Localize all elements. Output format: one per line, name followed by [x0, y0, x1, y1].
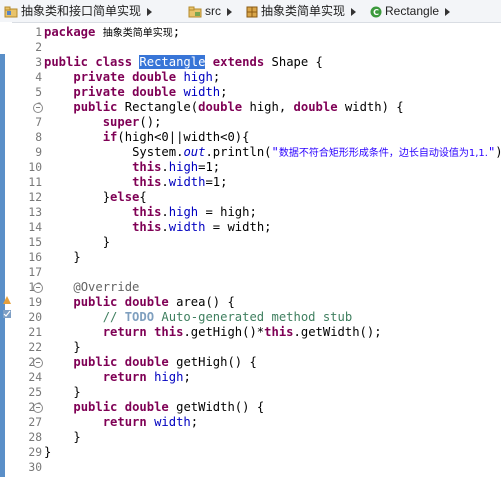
- chevron-right-icon: [351, 7, 357, 16]
- line-number: 14: [28, 221, 42, 234]
- source-folder-icon: [188, 6, 202, 18]
- fold-toggle-icon[interactable]: −: [33, 403, 43, 413]
- code-line: }: [44, 445, 52, 459]
- code-line: private double width;: [73, 85, 228, 99]
- breadcrumb-item-class[interactable]: C Rectangle: [370, 3, 451, 19]
- code-line: return width;: [102, 415, 199, 429]
- chevron-right-icon: [445, 7, 451, 16]
- code-line: }: [73, 340, 81, 354]
- line-number: 29: [28, 446, 42, 459]
- line-number: 15: [28, 236, 42, 249]
- code-line: System.out.println("数据不符合矩形形成条件，边长自动设值为1…: [132, 145, 501, 159]
- line-number: 10: [28, 161, 42, 174]
- breadcrumb-item-package[interactable]: 抽象类简单实现: [246, 3, 357, 19]
- code-line: @Override: [73, 280, 140, 294]
- breadcrumb-project-label: 抽象类和接口简单实现: [21, 4, 142, 18]
- line-number: 21: [28, 326, 42, 339]
- code-line: public double area() {: [73, 295, 235, 309]
- breadcrumb-item-src[interactable]: src: [188, 3, 232, 19]
- code-line: if(high<0||width<0){: [102, 130, 250, 144]
- code-line: }else{: [102, 190, 147, 204]
- line-number: 17: [28, 266, 42, 279]
- line-number: 7: [35, 116, 42, 129]
- line-number: 3: [35, 56, 42, 69]
- code-line: return high;: [102, 370, 191, 384]
- code-line: // TODO Auto-generated method stub: [102, 310, 353, 324]
- line-number: 13: [28, 206, 42, 219]
- breadcrumb-src-label: src: [205, 4, 221, 18]
- line-number: 30: [28, 461, 42, 474]
- line-number: 9: [35, 146, 42, 159]
- breadcrumb-class-label: Rectangle: [385, 4, 440, 18]
- breadcrumb-package-label: 抽象类简单实现: [261, 4, 346, 18]
- code-line: public double getHigh() {: [73, 355, 257, 369]
- code-line: super();: [102, 115, 162, 129]
- code-line: this.high=1;: [132, 160, 221, 174]
- svg-text:C: C: [373, 8, 379, 17]
- line-number: 16: [28, 251, 42, 264]
- line-number: 28: [28, 431, 42, 444]
- fold-toggle-icon[interactable]: −: [33, 283, 43, 293]
- project-folder-icon: [4, 6, 18, 18]
- code-line: public double getWidth() {: [73, 400, 265, 414]
- line-number: 22: [28, 341, 42, 354]
- line-number: 19: [28, 296, 42, 309]
- line-number: 4: [35, 71, 42, 84]
- line-number: 2: [35, 41, 42, 54]
- code-line: public Rectangle(double high, double wid…: [73, 100, 404, 114]
- breadcrumb-item-project[interactable]: 抽象类和接口简单实现: [4, 3, 153, 19]
- code-line: this.high = high;: [132, 205, 257, 219]
- code-line: }: [73, 385, 81, 399]
- line-number: 12: [28, 191, 42, 204]
- line-number: 5: [35, 86, 42, 99]
- package-icon: [246, 6, 258, 18]
- line-number: 11: [28, 176, 42, 189]
- selected-class-name: Rectangle: [139, 55, 206, 69]
- occurrence-range-marker: [0, 54, 5, 477]
- line-number: 25: [28, 386, 42, 399]
- line-number: 20: [28, 311, 42, 324]
- code-line: this.width = width;: [132, 220, 272, 234]
- line-number: 8: [35, 131, 42, 144]
- line-number: 24: [28, 371, 42, 384]
- code-line: }: [102, 235, 111, 249]
- code-line: private double high;: [73, 70, 221, 84]
- code-line: package 抽象类简单实现;: [44, 25, 181, 39]
- code-line: this.width=1;: [132, 175, 228, 189]
- fold-toggle-icon[interactable]: −: [33, 358, 43, 368]
- breadcrumb: 抽象类和接口简单实现 src 抽象类简单实现 C Rectangle: [0, 0, 501, 23]
- line-number: 1: [35, 26, 42, 39]
- fold-toggle-icon[interactable]: −: [33, 103, 43, 113]
- code-line: }: [73, 250, 81, 264]
- class-icon: C: [370, 6, 382, 18]
- code-line: }: [73, 430, 81, 444]
- code-line: return this.getHigh()*this.getWidth();: [102, 325, 382, 339]
- line-number: 27: [28, 416, 42, 429]
- chevron-right-icon: [227, 7, 232, 16]
- chevron-right-icon: [147, 7, 153, 16]
- code-line: public class Rectangle extends Shape {: [44, 55, 323, 69]
